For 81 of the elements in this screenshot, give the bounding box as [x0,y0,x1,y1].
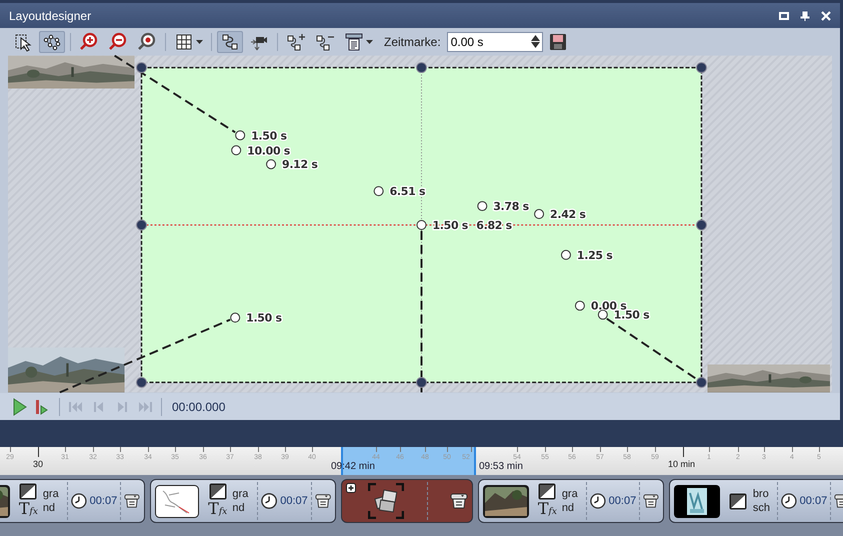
menu-icon[interactable] [450,493,468,509]
clip-duration: 00:07 [280,495,308,507]
keyframe-time: 1.25 s [576,248,612,262]
keyframe-time: 10.00 s [247,144,290,158]
playback-time: 00:00.000 [172,400,226,414]
transition-icon[interactable] [729,492,748,510]
keyframe-handle[interactable] [598,310,608,320]
tick-label: 30 [33,459,43,469]
spin-down-button[interactable] [530,42,540,48]
clip-duration: 00:07 [800,495,828,507]
pin-icon [799,10,811,22]
restore-icon [778,10,790,22]
clip-title: gra nd [42,487,60,515]
clock-icon[interactable] [780,492,797,510]
keyframe-handle[interactable] [235,130,246,140]
collage-icon [368,483,404,519]
clock-icon[interactable] [70,492,87,510]
text-effect-icon[interactable]: Tfx [208,500,228,520]
restore-button[interactable] [778,10,790,22]
keyframe-time: 1.50 s [432,218,468,232]
keyframe-time: 2.42 s [550,208,586,222]
selection-end-label: 09:53 min [479,461,523,472]
image-clip[interactable]: bro sch 00:07 [669,479,843,523]
zoom-icon [137,32,157,52]
align-icon [344,32,364,52]
window-title: Layoutdesigner [9,8,92,22]
path-tool-button[interactable] [217,30,243,52]
keyframe-time: 3.78 s [493,200,529,214]
spin-up-button[interactable] [530,34,540,40]
cursor-icon [13,32,33,52]
keyframe-handle[interactable] [374,186,384,196]
tick-label: 10 min [668,459,696,469]
time-marker-label: Zeitmarke: [384,34,441,48]
clock-icon[interactable] [590,492,606,510]
keyframe-time: 9.12 s [282,158,318,172]
keyframe-time: 6.82 s [476,218,512,232]
keyframe-handle[interactable] [574,300,585,311]
keyframe-time: 1.50 s [251,129,287,142]
keyframe-handle[interactable] [231,145,242,156]
image-clip[interactable]: Tfx gra nd 00:07 [478,479,664,523]
transition-icon[interactable] [19,482,38,500]
node-tool-button[interactable] [39,30,65,52]
path-icon [220,32,240,52]
text-effect-icon[interactable]: Tfx [538,500,557,520]
zoom-in-icon [79,32,99,52]
save-icon [548,32,567,50]
keyframe-time: 6.51 s [390,185,426,198]
caret-icon [366,40,373,44]
close-icon [820,10,832,22]
keyframe-time: 1.50 s [246,312,282,325]
caret-icon [196,40,203,44]
close-button[interactable] [820,10,832,22]
clip-title: bro sch [752,487,771,515]
text-effect-icon[interactable]: Tfx [18,500,38,520]
clip-title: gra nd [562,487,579,515]
add-icon[interactable] [346,483,356,493]
transition-icon[interactable] [538,482,556,500]
clock-icon[interactable] [261,492,278,510]
time-field[interactable]: 0.00 s [446,32,543,52]
menu-icon[interactable] [643,493,659,509]
keyframe-handle[interactable] [477,201,488,212]
menu-icon[interactable] [314,493,332,509]
clip-duration: 00:07 [90,495,118,507]
collage-clip[interactable] [341,479,473,523]
save-button[interactable] [548,32,567,50]
image-clip[interactable]: Tfx gra nd 00:07 [0,479,145,523]
selection-start-label: 09:42 min [331,461,375,472]
keyframe-handle[interactable] [560,250,571,260]
menu-icon[interactable] [124,493,140,509]
keyframe-handle[interactable] [266,159,276,170]
clip-duration: 00:07 [608,495,636,507]
transition-icon[interactable] [208,482,227,500]
grid-icon [174,32,194,52]
image-clip[interactable]: Tfx gra nd 00:07 [150,479,336,523]
pin-button[interactable] [799,10,811,22]
keyframe-handle[interactable] [230,312,240,323]
keyframe-time: 1.50 s [614,308,650,322]
add-node-icon [286,32,306,52]
map-thumbnail [155,484,199,518]
clip-title: gra nd [232,487,250,515]
zoom-out-icon [108,32,128,52]
